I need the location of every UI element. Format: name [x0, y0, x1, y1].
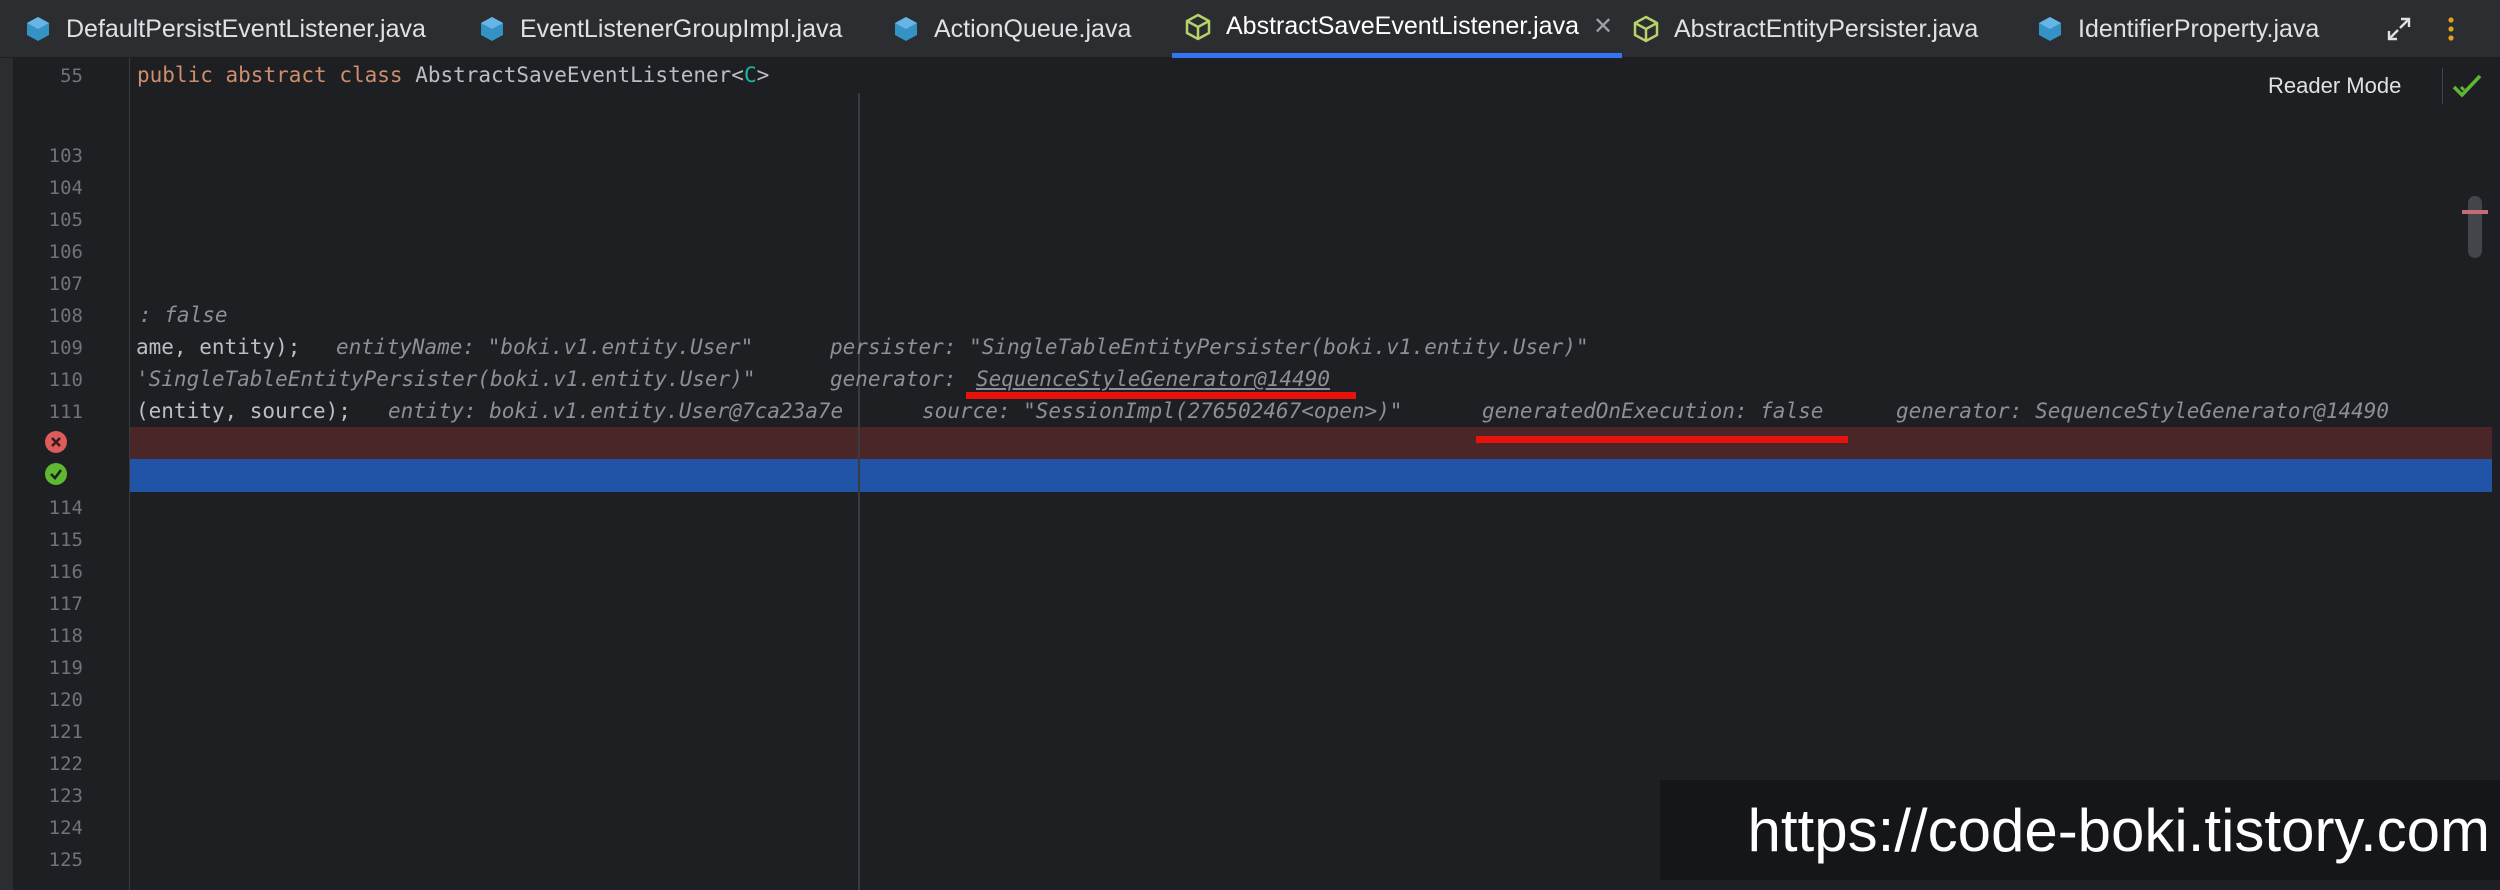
line-number: 106	[48, 241, 83, 263]
vertical-scrollbar[interactable]	[2468, 196, 2482, 258]
watermark: https://code-boki.tistory.com	[1660, 780, 2500, 880]
line-number: 115	[48, 529, 83, 551]
line-number: 122	[48, 753, 83, 775]
inline-debug-value: generator:	[830, 367, 957, 391]
line-number: 111	[48, 401, 83, 423]
tab-default-persist-event-listener[interactable]: DefaultPersistEventListener.java	[24, 0, 426, 58]
tool-window-strip	[0, 58, 13, 890]
inspection-ok-icon[interactable]	[2450, 70, 2486, 102]
tab-event-listener-group-impl[interactable]: EventListenerGroupImpl.java	[478, 0, 842, 58]
line-number: 114	[48, 497, 83, 519]
annotation-underline	[1476, 436, 1848, 443]
line-number: 120	[48, 689, 83, 711]
inline-debug-value: 'SingleTableEntityPersister(boki.v1.enti…	[136, 367, 756, 391]
java-abstract-class-icon	[1632, 15, 1660, 43]
expand-icon[interactable]	[2382, 12, 2416, 46]
code-line-109: ame, entity);	[136, 335, 301, 359]
inline-debug-value: generatedOnExecution: false	[1482, 399, 1824, 423]
code-editor[interactable]: public abstract class AbstractSaveEventL…	[130, 58, 2490, 890]
annotation-underline	[966, 392, 1356, 399]
java-class-icon	[2036, 15, 2064, 43]
line-number: 105	[48, 209, 83, 231]
line-number: 116	[48, 561, 83, 583]
sticky-class-header: public abstract class AbstractSaveEventL…	[137, 63, 770, 87]
divider	[2442, 68, 2443, 104]
java-class-icon	[478, 15, 506, 43]
inline-debug-value: source: "SessionImpl(276502467<open>)"	[922, 399, 1403, 423]
breakpoint-error-icon[interactable]	[45, 431, 67, 453]
line-number: 108	[48, 305, 83, 327]
line-number: 125	[48, 849, 83, 871]
indent-guide	[858, 93, 860, 890]
tab-abstract-entity-persister[interactable]: AbstractEntityPersister.java	[1632, 0, 1978, 58]
java-abstract-class-icon	[1184, 13, 1212, 41]
line-number: 110	[48, 369, 83, 391]
tab-abstract-save-event-listener[interactable]: AbstractSaveEventListener.java ✕	[1172, 0, 1622, 58]
java-class-icon	[24, 15, 52, 43]
inline-debug-value: entity: boki.v1.entity.User@7ca23a7e	[388, 399, 844, 423]
inline-debug-value: : false	[139, 303, 228, 327]
line-number: 109	[48, 337, 83, 359]
line-number: 124	[48, 817, 83, 839]
tab-action-queue[interactable]: ActionQueue.java	[892, 0, 1131, 58]
line-number: 121	[48, 721, 83, 743]
code-line-111: (entity, source);	[136, 399, 351, 423]
close-tab-icon[interactable]: ✕	[1593, 12, 1613, 41]
java-class-icon	[892, 15, 920, 43]
inline-debug-value: SequenceStyleGenerator@14490	[976, 367, 1331, 391]
error-stripe-mark[interactable]	[2462, 210, 2488, 214]
more-vertical-icon[interactable]	[2434, 12, 2468, 46]
breakpoint-verified-icon[interactable]	[45, 463, 67, 485]
inline-debug-value: persister: "SingleTableEntityPersister(b…	[830, 335, 1589, 359]
line-number: 123	[48, 785, 83, 807]
line-number: 104	[48, 177, 83, 199]
line-number: 55	[60, 65, 83, 87]
line-number: 117	[48, 593, 83, 615]
line-number: 107	[48, 273, 83, 295]
reader-mode-button[interactable]: Reader Mode	[2268, 73, 2401, 99]
inline-debug-value: generator: SequenceStyleGenerator@14490	[1896, 399, 2390, 423]
line-number-gutter: 55 103 104 105 106 107 108 109 110 111 1…	[13, 58, 130, 890]
line-number: 118	[48, 625, 83, 647]
line-number: 103	[48, 145, 83, 167]
line-number: 119	[48, 657, 83, 679]
inline-debug-value: entityName: "boki.v1.entity.User"	[336, 335, 754, 359]
editor-tab-bar: DefaultPersistEventListener.java EventLi…	[0, 0, 2500, 58]
tab-identifier-property[interactable]: IdentifierProperty.java	[2036, 0, 2319, 58]
